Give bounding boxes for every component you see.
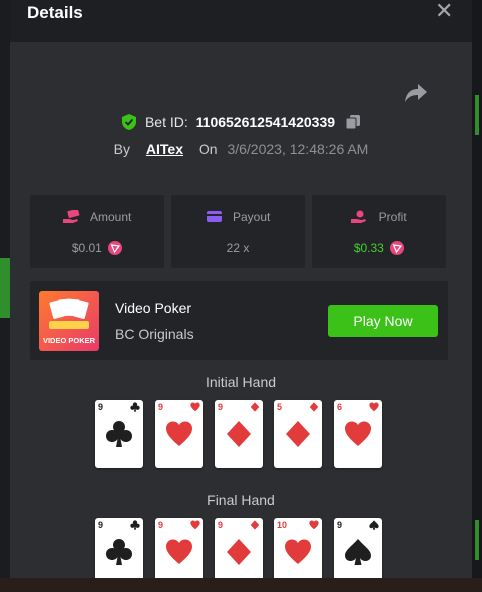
background-game-area bbox=[472, 0, 482, 592]
card-rank: 9 bbox=[337, 520, 343, 530]
playing-card-9-of-hearts: 9 bbox=[155, 400, 203, 468]
bet-id-row: Bet ID: 110652612541420339 bbox=[10, 113, 472, 133]
bet-date: 3/6/2023, 12:48:26 AM bbox=[227, 141, 369, 157]
clubs-suit-icon bbox=[106, 421, 132, 447]
spades-suit-icon bbox=[345, 539, 371, 565]
diamonds-suit-icon bbox=[286, 421, 310, 447]
share-icon[interactable] bbox=[404, 82, 428, 104]
playing-card-9-of-clubs: 9 bbox=[95, 400, 143, 468]
card-rank: 9 bbox=[98, 402, 104, 412]
card-rank: 10 bbox=[277, 520, 288, 530]
diamonds-suit-icon bbox=[250, 402, 260, 412]
hearts-suit-icon bbox=[166, 421, 192, 446]
play-now-button[interactable]: Play Now bbox=[328, 305, 438, 337]
game-card: VIDEO POKER Video Poker BC Originals Pla… bbox=[30, 281, 448, 360]
playing-card-10-of-hearts: 10 bbox=[274, 518, 322, 578]
trx-coin-icon bbox=[390, 240, 405, 255]
profit-stat: Profit $0.33 bbox=[312, 195, 446, 268]
money-hand-icon bbox=[62, 210, 79, 224]
by-label: By bbox=[113, 141, 130, 157]
on-label: On bbox=[198, 141, 218, 157]
bet-id-label: Bet ID: bbox=[144, 114, 188, 131]
verified-shield-icon bbox=[122, 114, 137, 131]
user-link[interactable]: AITex bbox=[146, 141, 183, 157]
background-accent bbox=[475, 520, 479, 560]
hearts-suit-icon bbox=[345, 421, 371, 446]
close-icon[interactable]: ✕ bbox=[435, 0, 453, 22]
hearts-suit-icon bbox=[190, 402, 200, 412]
card-rank: 9 bbox=[158, 520, 164, 530]
card-rank: 9 bbox=[98, 520, 104, 530]
amount-label: Amount bbox=[89, 209, 132, 224]
spades-suit-icon bbox=[369, 520, 379, 530]
bet-id-value: 110652612541420339 bbox=[195, 114, 336, 131]
modal-header: Details ✕ bbox=[10, 0, 472, 42]
hearts-suit-icon bbox=[285, 539, 311, 564]
bet-meta-row: By AITex On 3/6/2023, 12:48:26 AM bbox=[10, 141, 472, 159]
diamonds-suit-icon bbox=[227, 539, 251, 565]
background-game-area bbox=[0, 578, 482, 592]
payout-stat: Payout 22 x bbox=[171, 195, 305, 268]
playing-card-5-of-diamonds: 5 bbox=[274, 400, 322, 468]
playing-card-6-of-hearts: 6 bbox=[334, 400, 382, 468]
clubs-suit-icon bbox=[130, 402, 140, 412]
clubs-suit-icon bbox=[130, 520, 140, 530]
game-thumbnail[interactable]: VIDEO POKER bbox=[39, 291, 99, 351]
card-icon bbox=[206, 211, 222, 223]
playing-card-9-of-clubs: 9 bbox=[95, 518, 143, 578]
initial-hand-title: Initial Hand bbox=[205, 374, 277, 390]
copy-icon[interactable] bbox=[345, 114, 361, 130]
background-accent bbox=[0, 258, 10, 318]
playing-card-9-of-spades: 9 bbox=[334, 518, 382, 578]
hand-coin-icon bbox=[351, 210, 367, 224]
game-name[interactable]: Video Poker bbox=[115, 300, 191, 316]
card-rank: 9 bbox=[218, 402, 224, 412]
card-rank: 9 bbox=[218, 520, 224, 530]
trx-coin-icon bbox=[108, 240, 123, 255]
playing-card-9-of-diamonds: 9 bbox=[215, 400, 263, 468]
hearts-suit-icon bbox=[190, 520, 200, 530]
card-rank: 5 bbox=[277, 402, 283, 412]
payout-value: 22 x bbox=[226, 240, 250, 255]
modal-title: Details bbox=[27, 3, 83, 22]
hearts-suit-icon bbox=[309, 520, 319, 530]
final-hand-title: Final Hand bbox=[207, 492, 275, 508]
profit-label: Profit bbox=[378, 209, 407, 224]
game-provider: BC Originals bbox=[115, 326, 194, 342]
diamonds-suit-icon bbox=[250, 520, 260, 530]
amount-stat: Amount $0.01 bbox=[30, 195, 164, 268]
playing-card-9-of-diamonds: 9 bbox=[215, 518, 263, 578]
background-accent bbox=[475, 95, 479, 135]
svg-text:VIDEO POKER: VIDEO POKER bbox=[43, 336, 96, 345]
diamonds-suit-icon bbox=[309, 402, 319, 412]
card-rank: 9 bbox=[158, 402, 164, 412]
profit-value: $0.33 bbox=[353, 240, 384, 255]
details-modal: Details ✕ Bet ID: 110652612541420339 By … bbox=[10, 0, 472, 578]
playing-card-9-of-hearts: 9 bbox=[155, 518, 203, 578]
payout-label: Payout bbox=[232, 209, 271, 224]
clubs-suit-icon bbox=[106, 539, 132, 565]
hearts-suit-icon bbox=[369, 402, 379, 412]
amount-value: $0.01 bbox=[71, 240, 102, 255]
card-rank: 6 bbox=[337, 402, 343, 412]
diamonds-suit-icon bbox=[227, 421, 251, 447]
video-poker-thumbnail-icon: VIDEO POKER bbox=[39, 291, 99, 351]
hearts-suit-icon bbox=[166, 539, 192, 564]
